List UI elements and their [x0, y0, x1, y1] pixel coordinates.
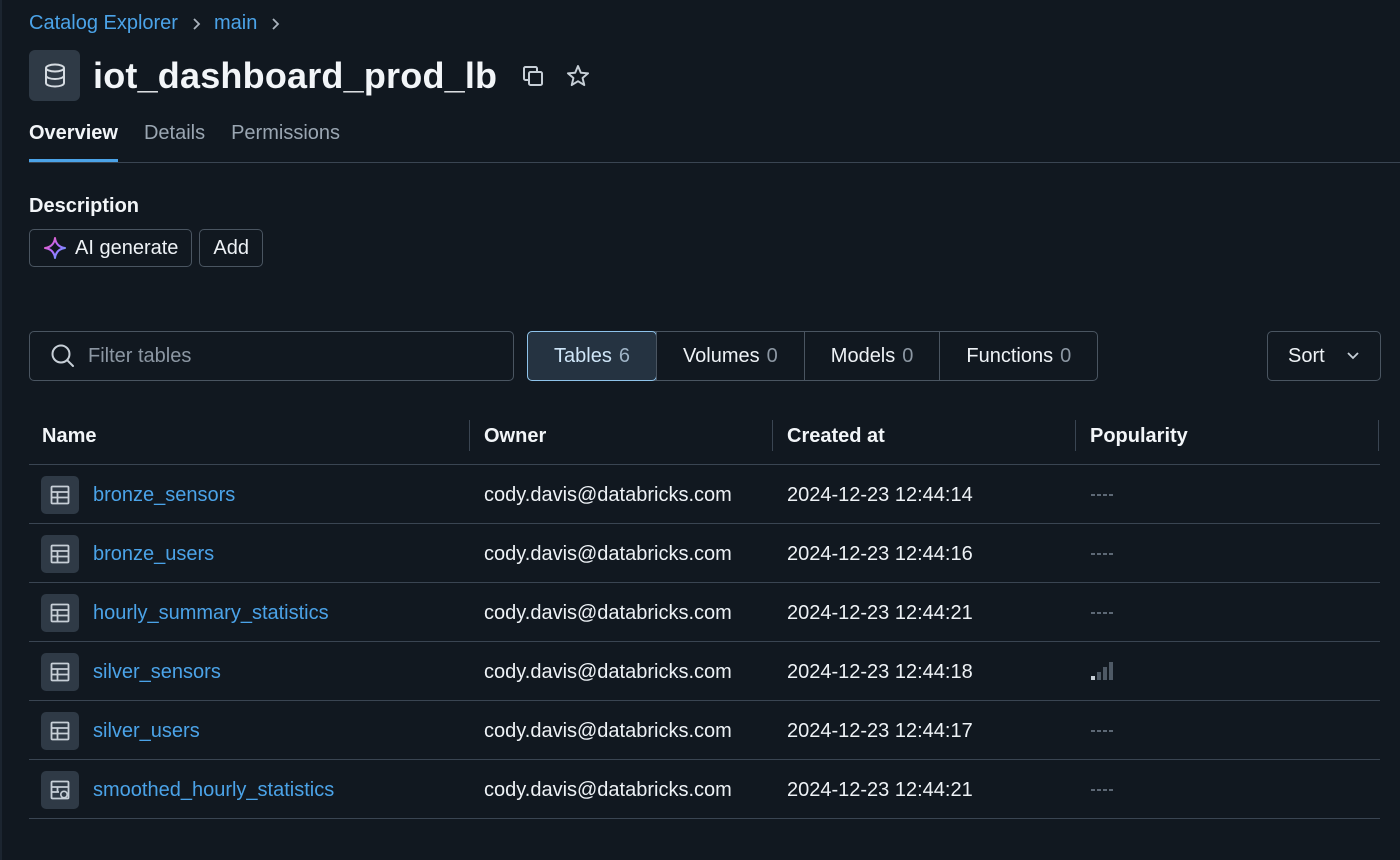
segment-label: Models: [830, 344, 896, 367]
table-name-link[interactable]: silver_sensors: [93, 661, 221, 684]
sort-dropdown[interactable]: Sort: [1267, 331, 1381, 381]
description-actions: AI generate Add: [29, 229, 264, 267]
tab-bar: Overview Details Permissions: [29, 122, 366, 162]
segment-count: 6: [618, 344, 630, 367]
table-created-at: 2024-12-23 12:44:18: [787, 661, 973, 683]
table-created-at: 2024-12-23 12:44:21: [787, 602, 973, 624]
table-name-link[interactable]: hourly_summary_statistics: [93, 602, 329, 625]
description-label: Description: [29, 195, 140, 217]
table-owner: cody.davis@databricks.com: [484, 720, 732, 742]
table-row[interactable]: smoothed_hourly_statistics cody.davis@da…: [29, 760, 1380, 819]
table-owner: cody.davis@databricks.com: [484, 602, 732, 624]
segment-label: Functions: [966, 344, 1054, 367]
segment-volumes[interactable]: Volumes 0: [655, 332, 804, 380]
segment-count: 0: [902, 344, 914, 367]
column-header-name[interactable]: Name: [42, 425, 96, 448]
table-row[interactable]: silver_sensors cody.davis@databricks.com…: [29, 642, 1380, 701]
add-description-button[interactable]: Add: [199, 229, 264, 267]
ai-generate-label: AI generate: [75, 236, 179, 259]
segment-models[interactable]: Models 0: [803, 332, 940, 380]
tab-details[interactable]: Details: [144, 122, 205, 162]
table-name-link[interactable]: bronze_sensors: [93, 484, 235, 507]
table-owner: cody.davis@databricks.com: [484, 543, 732, 565]
breadcrumb: Catalog Explorer main: [29, 12, 293, 35]
table-icon: [41, 594, 79, 632]
star-icon[interactable]: [565, 63, 591, 89]
column-resize-handle[interactable]: [469, 420, 470, 451]
popularity-bars-icon: [1090, 661, 1116, 683]
table-created-at: 2024-12-23 12:44:17: [787, 720, 973, 742]
table-icon: [41, 535, 79, 573]
segment-label: Volumes: [682, 344, 760, 367]
table-row[interactable]: silver_users cody.davis@databricks.com 2…: [29, 701, 1380, 760]
search-icon: [50, 343, 76, 369]
chevron-down-icon: [1346, 348, 1360, 364]
table-header: Name Owner Created at Popularity: [29, 408, 1380, 465]
sparkle-icon: [43, 236, 67, 260]
table-owner: cody.davis@databricks.com: [484, 779, 732, 801]
segment-label: Tables: [554, 344, 612, 367]
table-icon: [41, 653, 79, 691]
table-owner: cody.davis@databricks.com: [484, 484, 732, 506]
column-resize-handle[interactable]: [772, 420, 773, 451]
tables-list: Name Owner Created at Popularity bronze_…: [29, 408, 1380, 819]
breadcrumb-main[interactable]: main: [214, 12, 257, 35]
segment-tables[interactable]: Tables 6: [527, 331, 657, 381]
chevron-right-icon: [270, 17, 280, 31]
page-title: iot_dashboard_prod_lb: [93, 54, 498, 96]
table-created-at: 2024-12-23 12:44:14: [787, 484, 973, 506]
segment-count: 0: [1060, 344, 1072, 367]
chevron-right-icon: [191, 17, 201, 31]
sort-label: Sort: [1288, 344, 1325, 367]
popularity-empty-icon: [1090, 720, 1116, 742]
table-owner: cody.davis@databricks.com: [484, 661, 732, 683]
column-header-popularity[interactable]: Popularity: [1090, 425, 1188, 448]
table-created-at: 2024-12-23 12:44:16: [787, 543, 973, 565]
materialized-view-icon: [41, 771, 79, 809]
table-name-link[interactable]: silver_users: [93, 720, 200, 743]
table-body: bronze_sensors cody.davis@databricks.com…: [29, 465, 1380, 819]
popularity-empty-icon: [1090, 484, 1116, 506]
table-row[interactable]: bronze_users cody.davis@databricks.com 2…: [29, 524, 1380, 583]
tab-divider: [29, 162, 1400, 163]
left-divider: [0, 0, 2, 860]
column-header-created-at[interactable]: Created at: [787, 425, 885, 448]
filter-tables-box[interactable]: [29, 331, 514, 381]
filter-tables-input[interactable]: [88, 344, 488, 368]
asset-type-toggle: Tables 6 Volumes 0 Models 0 Functions 0: [527, 331, 1099, 381]
table-icon: [41, 712, 79, 750]
database-icon: [29, 50, 80, 101]
segment-functions[interactable]: Functions 0: [939, 332, 1097, 380]
table-icon: [41, 476, 79, 514]
popularity-empty-icon: [1090, 602, 1116, 624]
column-header-owner[interactable]: Owner: [484, 425, 546, 448]
table-name-link[interactable]: bronze_users: [93, 543, 214, 566]
breadcrumb-catalog-explorer[interactable]: Catalog Explorer: [29, 12, 178, 35]
tab-overview[interactable]: Overview: [29, 122, 118, 162]
column-resize-handle[interactable]: [1075, 420, 1076, 451]
ai-generate-button[interactable]: AI generate: [29, 229, 193, 267]
tab-permissions[interactable]: Permissions: [231, 122, 340, 162]
popularity-empty-icon: [1090, 543, 1116, 565]
copy-icon[interactable]: [521, 64, 545, 88]
column-resize-handle[interactable]: [1378, 420, 1379, 451]
table-row[interactable]: hourly_summary_statistics cody.davis@dat…: [29, 583, 1380, 642]
page-header: iot_dashboard_prod_lb: [29, 50, 591, 101]
table-name-link[interactable]: smoothed_hourly_statistics: [93, 779, 334, 802]
popularity-empty-icon: [1090, 779, 1116, 801]
table-row[interactable]: bronze_sensors cody.davis@databricks.com…: [29, 465, 1380, 524]
table-created-at: 2024-12-23 12:44:21: [787, 779, 973, 801]
catalog-explorer-page: Catalog Explorer main iot_dashboard_prod…: [0, 0, 1400, 860]
segment-count: 0: [766, 344, 778, 367]
